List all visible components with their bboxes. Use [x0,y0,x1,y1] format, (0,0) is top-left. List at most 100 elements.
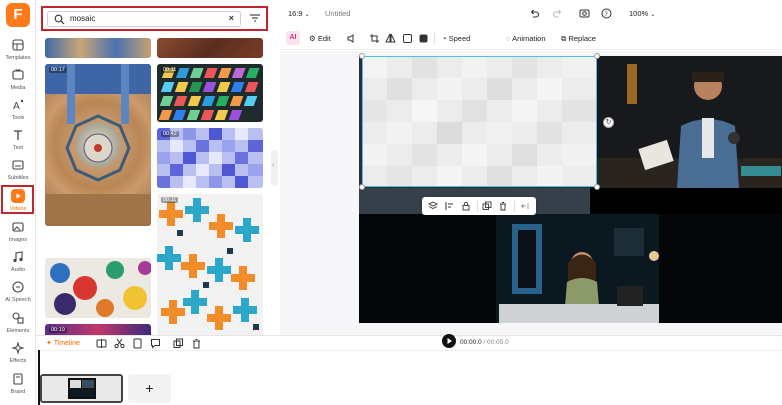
rail-effects[interactable]: Effects [0,341,36,369]
blue-pixel-art [157,128,263,188]
clear-icon[interactable]: × [229,13,234,23]
subtitles-icon [12,160,24,170]
edit-button[interactable]: ⚙ Edit [309,34,331,43]
mosaic-selection-box[interactable] [362,56,597,187]
screenshot-icon[interactable] [579,8,590,19]
scissors-icon[interactable] [114,338,125,349]
lock-icon[interactable] [461,201,471,211]
search-input[interactable]: mosaic × [47,11,241,27]
search-panel: mosaic × 00:17 00:10 00:11 00:42 00:11 [37,0,272,335]
result-dome[interactable]: 00:17 [45,64,151,226]
split-icon[interactable] [520,201,530,211]
chevron-left-icon: ‹ [272,162,275,169]
resize-handle[interactable] [594,184,600,190]
rail-label: Tools [11,115,25,121]
toolbar-divider [477,201,478,212]
result-cross[interactable]: 00:11 [157,194,263,335]
rail-tools[interactable]: A Tools [0,98,36,126]
svg-text:A: A [13,101,20,112]
text-icon [14,130,22,140]
toolbar-divider [514,201,515,212]
floating-toolbar [422,197,536,215]
ai-tools-button[interactable]: AI [286,31,300,45]
result-duration: 00:17 [49,67,67,73]
rail-label: Elements [6,328,30,334]
copy-icon[interactable] [173,338,184,349]
cross-art [157,194,263,335]
filter-icon[interactable] [250,13,260,23]
opacity-icon[interactable] [418,33,429,44]
rail-subtitles[interactable]: Subtitles [0,158,36,186]
result-brown[interactable] [157,38,263,58]
total-time: / 00:05.0 [483,339,509,346]
crop-icon[interactable] [369,33,380,44]
play-button[interactable] [442,334,456,348]
comment-icon[interactable] [150,338,161,349]
rail-label: Effects [9,358,27,364]
rail-label: AI Speech [5,297,31,303]
layers-icon[interactable] [428,201,438,211]
duplicate-icon[interactable] [482,201,492,211]
resize-handle[interactable] [594,53,600,59]
extract-icon[interactable] [132,338,143,349]
add-clip-button[interactable]: + [128,374,171,403]
replace-icon: ⧉ [561,34,567,43]
current-time: 00:00.0 [460,339,482,346]
split-clip-icon[interactable] [96,338,107,349]
rotate-icon[interactable]: ↻ [603,117,614,128]
redo-icon[interactable] [552,8,563,19]
timeline-tab-label: Timeline [53,340,80,347]
panel-collapse-handle[interactable]: ‹ [271,150,278,186]
sliders-icon: ⚙ [309,34,316,43]
effects-icon [11,341,25,355]
border-icon[interactable] [402,33,413,44]
animation-label: Animation [512,34,546,43]
media-icon [12,69,24,80]
speed-label: Speed [448,34,471,43]
result-blue-pixel[interactable]: 00:42 [157,128,263,188]
replace-button[interactable]: ⧉ Replace [561,34,596,44]
rail-images[interactable]: Images [0,220,36,248]
result-glass[interactable]: 00:11 [157,64,263,122]
rail-ai-speech[interactable]: AI Speech [0,280,36,308]
animation-button[interactable]: ◌ Animation [506,34,546,43]
resize-handle[interactable] [359,53,365,59]
zoom-select[interactable]: 100% ⌄ [629,9,655,18]
result-arch[interactable] [45,38,151,58]
rail-templates[interactable]: Templates [0,38,36,66]
result-purple[interactable]: 00:10 [45,324,151,335]
top-bar: 16:9 ⌄ Untitled ? 100% ⌄ [280,0,782,28]
audio-icon [13,251,23,263]
rail-audio[interactable]: Audio [0,250,36,278]
flip-icon[interactable] [385,33,396,44]
rail-media[interactable]: Media [0,68,36,96]
rail-label: Media [10,85,26,91]
chevron-down-icon: ⌄ [650,12,656,18]
elements-icon [12,312,24,324]
app-logo[interactable]: F [6,3,30,27]
time-readout: 00:00.0 / 00:05.0 [460,339,509,346]
images-icon [12,222,24,232]
project-title[interactable]: Untitled [325,9,350,18]
resize-handle[interactable] [359,184,365,190]
aspect-ratio-select[interactable]: 16:9 ⌄ [288,9,310,18]
aspect-ratio-value: 16:9 [288,9,303,18]
chevron-down-icon: ⌄ [304,12,310,18]
delete-icon[interactable] [498,201,508,211]
align-icon[interactable] [445,201,455,211]
trash-icon[interactable] [191,338,202,349]
speed-button[interactable]: ◔ Speed [442,34,470,43]
rail-elements[interactable]: Elements [0,311,36,339]
undo-icon[interactable] [529,8,540,19]
volume-icon[interactable] [346,33,357,44]
rail-brand[interactable]: Brand [0,372,36,400]
help-icon[interactable]: ? [601,8,612,19]
timeline-tab[interactable]: ✦ Timeline [46,339,80,347]
brand-icon [13,373,23,385]
svg-text:?: ? [605,11,608,18]
zoom-value: 100% [629,9,649,18]
result-duration: 00:10 [49,327,67,333]
result-gaudi[interactable] [45,258,151,318]
timeline-clip[interactable] [40,374,123,403]
rail-text[interactable]: Text [0,128,36,156]
